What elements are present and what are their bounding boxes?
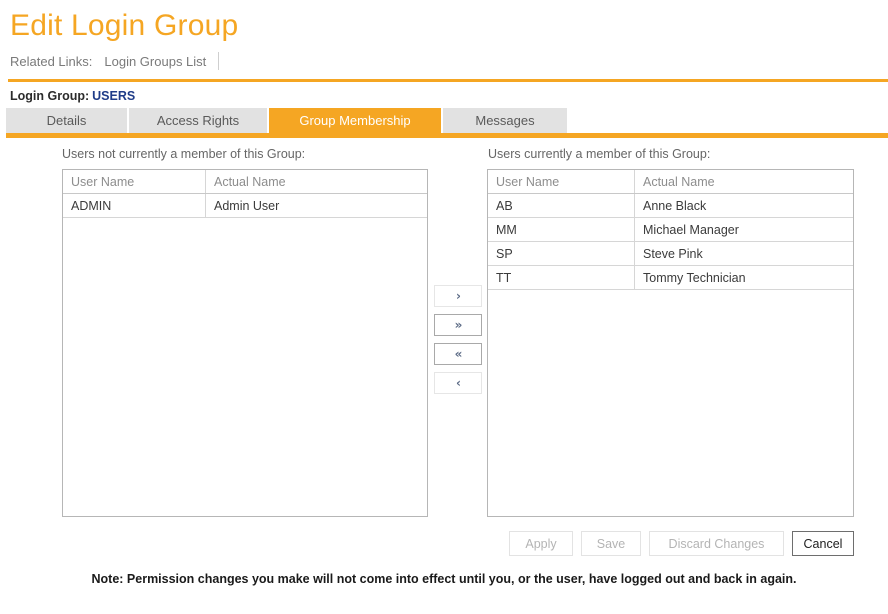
tab-messages[interactable]: Messages xyxy=(443,108,567,133)
transfer-button-group: › » « ‹ xyxy=(434,285,482,401)
cell-actual-name: Steve Pink xyxy=(643,246,703,261)
tab-access-rights[interactable]: Access Rights xyxy=(129,108,267,133)
cell-user-name: TT xyxy=(488,266,635,289)
permission-note: Note: Permission changes you make will n… xyxy=(91,572,797,586)
cell-user-name: AB xyxy=(488,194,635,217)
non-members-label: Users not currently a member of this Gro… xyxy=(62,147,306,161)
action-button-row: Apply Save Discard Changes Cancel xyxy=(509,531,854,556)
cancel-button[interactable]: Cancel xyxy=(792,531,854,556)
table-row[interactable]: AB Anne Black xyxy=(488,194,853,218)
page-title: Edit Login Group xyxy=(10,9,239,42)
column-header-user-name: User Name xyxy=(488,170,635,193)
chevron-left-icon-button[interactable]: ‹ xyxy=(434,372,482,394)
login-group-label: Login Group: xyxy=(10,89,90,103)
cell-actual-name: Anne Black xyxy=(643,198,707,213)
tab-details[interactable]: Details xyxy=(6,108,127,133)
members-table[interactable]: User Name Actual Name AB Anne Black MM M… xyxy=(487,169,854,517)
cell-actual-name: Tommy Technician xyxy=(643,270,746,285)
double-chevron-left-icon-button[interactable]: « xyxy=(434,343,482,365)
cell-actual-name: Admin User xyxy=(214,198,280,213)
table-row[interactable]: SP Steve Pink xyxy=(488,242,853,266)
cell-user-name: SP xyxy=(488,242,635,265)
tab-group-membership[interactable]: Group Membership xyxy=(269,108,441,133)
chevron-right-icon-button[interactable]: › xyxy=(434,285,482,307)
column-header-user-name: User Name xyxy=(63,170,206,193)
discard-changes-button[interactable]: Discard Changes xyxy=(649,531,784,556)
apply-button[interactable]: Apply xyxy=(509,531,573,556)
related-link-login-groups-list[interactable]: Login Groups List xyxy=(104,54,218,69)
cell-actual-name: Michael Manager xyxy=(643,222,739,237)
table-row[interactable]: TT Tommy Technician xyxy=(488,266,853,290)
related-links-bar: Related Links: Login Groups List xyxy=(0,44,888,72)
table-header-row: User Name Actual Name xyxy=(63,170,427,194)
table-row[interactable]: MM Michael Manager xyxy=(488,218,853,242)
table-header-row: User Name Actual Name xyxy=(488,170,853,194)
login-group-line: Login Group: USERS xyxy=(0,82,888,108)
double-chevron-right-icon-button[interactable]: » xyxy=(434,314,482,336)
tab-underline xyxy=(6,133,888,138)
login-group-value: USERS xyxy=(92,89,136,103)
save-button[interactable]: Save xyxy=(581,531,641,556)
column-header-actual-name: Actual Name xyxy=(214,174,286,189)
column-header-actual-name: Actual Name xyxy=(643,174,715,189)
related-links-divider xyxy=(218,52,220,70)
cell-user-name: ADMIN xyxy=(63,194,206,217)
tab-bar: Details Access Rights Group Membership M… xyxy=(6,108,888,138)
cell-user-name: MM xyxy=(488,218,635,241)
members-label: Users currently a member of this Group: xyxy=(488,147,711,161)
non-members-table[interactable]: User Name Actual Name ADMIN Admin User xyxy=(62,169,428,517)
related-links-label: Related Links: xyxy=(10,53,93,69)
group-membership-panel: Users not currently a member of this Gro… xyxy=(0,147,888,537)
table-row[interactable]: ADMIN Admin User xyxy=(63,194,427,218)
